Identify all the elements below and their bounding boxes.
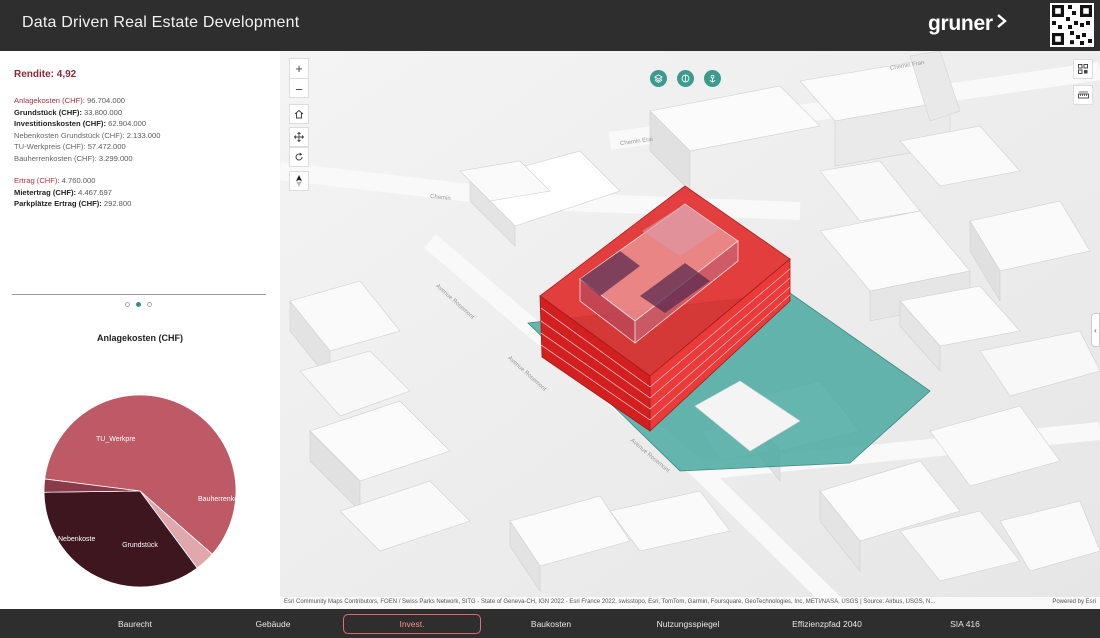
kv-nebenkosten: Nebenkosten Grundstück (CHF): 2.133.000 [14, 131, 160, 140]
kv-mietertrag: Mietertrag (CHF): 4.467.697 [14, 188, 112, 197]
pie-label-3: Nebenkoste [58, 536, 95, 543]
tab-effizienzpfad[interactable]: Effizienzpfad 2040 [768, 614, 886, 634]
compass-button[interactable] [289, 171, 309, 191]
kv-ertrag: Ertrag (CHF): 4.760.000 [14, 176, 95, 185]
kv-value: 62.904.000 [105, 119, 147, 128]
kv-value: 292.800 [101, 199, 132, 208]
kv-grundstueck: Grundstück (CHF): 33.800.000 [14, 108, 122, 117]
tab-baurecht[interactable]: Baurecht [78, 614, 192, 634]
kv-label: Anlagekosten (CHF): [14, 96, 85, 105]
kv-investitionskosten: Investitionskosten (CHF): 62.904.000 [14, 119, 146, 128]
kv-value: 3.299.000 [96, 153, 133, 163]
kv-value: 4.467.697 [76, 187, 112, 197]
logo-arrow-icon [997, 14, 1007, 28]
rotate-button[interactable] [289, 147, 309, 167]
kv-label: Investitionskosten (CHF): [14, 119, 106, 128]
zoom-control: + − [289, 58, 309, 98]
map-globe-icon [681, 74, 690, 83]
home-button[interactable] [289, 104, 309, 124]
kv-tu-werkpreis: TU-Werkpreis (CHF): 57.472.000 [14, 142, 126, 151]
tab-baukosten[interactable]: Baukosten [494, 614, 608, 634]
carousel-dot-3[interactable] [147, 302, 152, 307]
pie-label-1: Bauherrenko [198, 496, 238, 503]
kv-label: Grundstück (CHF): [14, 107, 82, 117]
kv-bauherrenkosten: Bauherrenkosten (CHF): 3.299.000 [14, 154, 133, 163]
map-view[interactable]: Avenue Rosemont Avenue Rosemont Avenue R… [280, 51, 1100, 609]
grid-button[interactable] [1073, 59, 1093, 79]
pie-label-2: Grundstück [122, 542, 158, 549]
qr-code-icon[interactable] [1050, 3, 1094, 47]
kv-label: Bauherrenkosten (CHF): [14, 153, 97, 163]
app-header: Data Driven Real Estate Development grun… [0, 0, 1100, 51]
pan-button[interactable] [289, 127, 309, 147]
powered-by-esri[interactable]: Powered by Esri [1052, 599, 1096, 605]
kv-label: TU-Werkpreis (CHF): [14, 142, 86, 151]
kv-value: 96.704.000 [84, 96, 126, 105]
layers-button[interactable] [650, 70, 667, 87]
home-icon [294, 109, 304, 119]
pie-chart: TU_Werkpre Bauherrenko Grundstück Nebenkost… [43, 394, 238, 588]
export-icon [709, 74, 716, 83]
tab-invest[interactable]: Invest. [343, 614, 481, 634]
zoom-in-button[interactable]: + [290, 59, 308, 79]
kv-label: Mietertrag (CHF): [14, 187, 77, 197]
app-title: Data Driven Real Estate Development [22, 14, 300, 31]
tab-sia-416[interactable]: SIA 416 [908, 614, 1022, 634]
pan-icon [294, 132, 304, 142]
panel-divider [12, 294, 266, 295]
zoom-out-button[interactable]: − [290, 79, 308, 99]
rendite-value: Rendite: 4,92 [14, 69, 77, 80]
kv-label: Ertrag (CHF): [14, 176, 60, 185]
pie-label-0: TU_Werkpre [96, 436, 136, 443]
ruler-icon [1077, 91, 1089, 99]
carousel-dot-1[interactable] [125, 302, 130, 307]
download-button[interactable] [704, 70, 721, 87]
map-scene[interactable] [280, 51, 1100, 609]
kv-value: 2.133.000 [124, 130, 161, 140]
attribution-text: Esri Community Maps Contributors, FOEN /… [284, 599, 936, 605]
basemap-button[interactable] [677, 70, 694, 87]
kv-parkplaetze: Parkplätze Ertrag (CHF): 292.800 [14, 199, 131, 208]
compass-icon [296, 175, 302, 187]
rotate-icon [295, 152, 303, 161]
kv-value: 57.472.000 [85, 142, 126, 151]
tab-gebaeude[interactable]: Gebäude [216, 614, 330, 634]
kv-value: 4.760.000 [59, 176, 96, 185]
gruner-logo: gruner [928, 12, 993, 35]
collapse-right-panel-button[interactable]: ‹ [1091, 313, 1100, 347]
kv-value: 33.800.000 [81, 107, 123, 117]
kv-anlagekosten: Anlagekosten (CHF): 96.704.000 [14, 96, 125, 105]
kv-label: Nebenkosten Grundstück (CHF): [14, 130, 125, 140]
layers-icon [654, 74, 663, 83]
tab-nutzungsspiegel[interactable]: Nutzungsspiegel [630, 614, 746, 634]
measure-button[interactable] [1073, 85, 1093, 105]
investment-panel: Rendite: 4,92 Anlagekosten (CHF): 96.704… [0, 51, 280, 609]
carousel-dot-2[interactable] [136, 302, 141, 307]
chart-title: Anlagekosten (CHF) [96, 333, 183, 343]
footer-nav: Baurecht Gebäude Invest. Baukosten Nutzu… [0, 609, 1100, 638]
qr-grid-icon [1078, 64, 1088, 74]
map-attribution: Esri Community Maps Contributors, FOEN /… [280, 597, 1100, 609]
kv-label: Parkplätze Ertrag (CHF): [14, 199, 102, 208]
